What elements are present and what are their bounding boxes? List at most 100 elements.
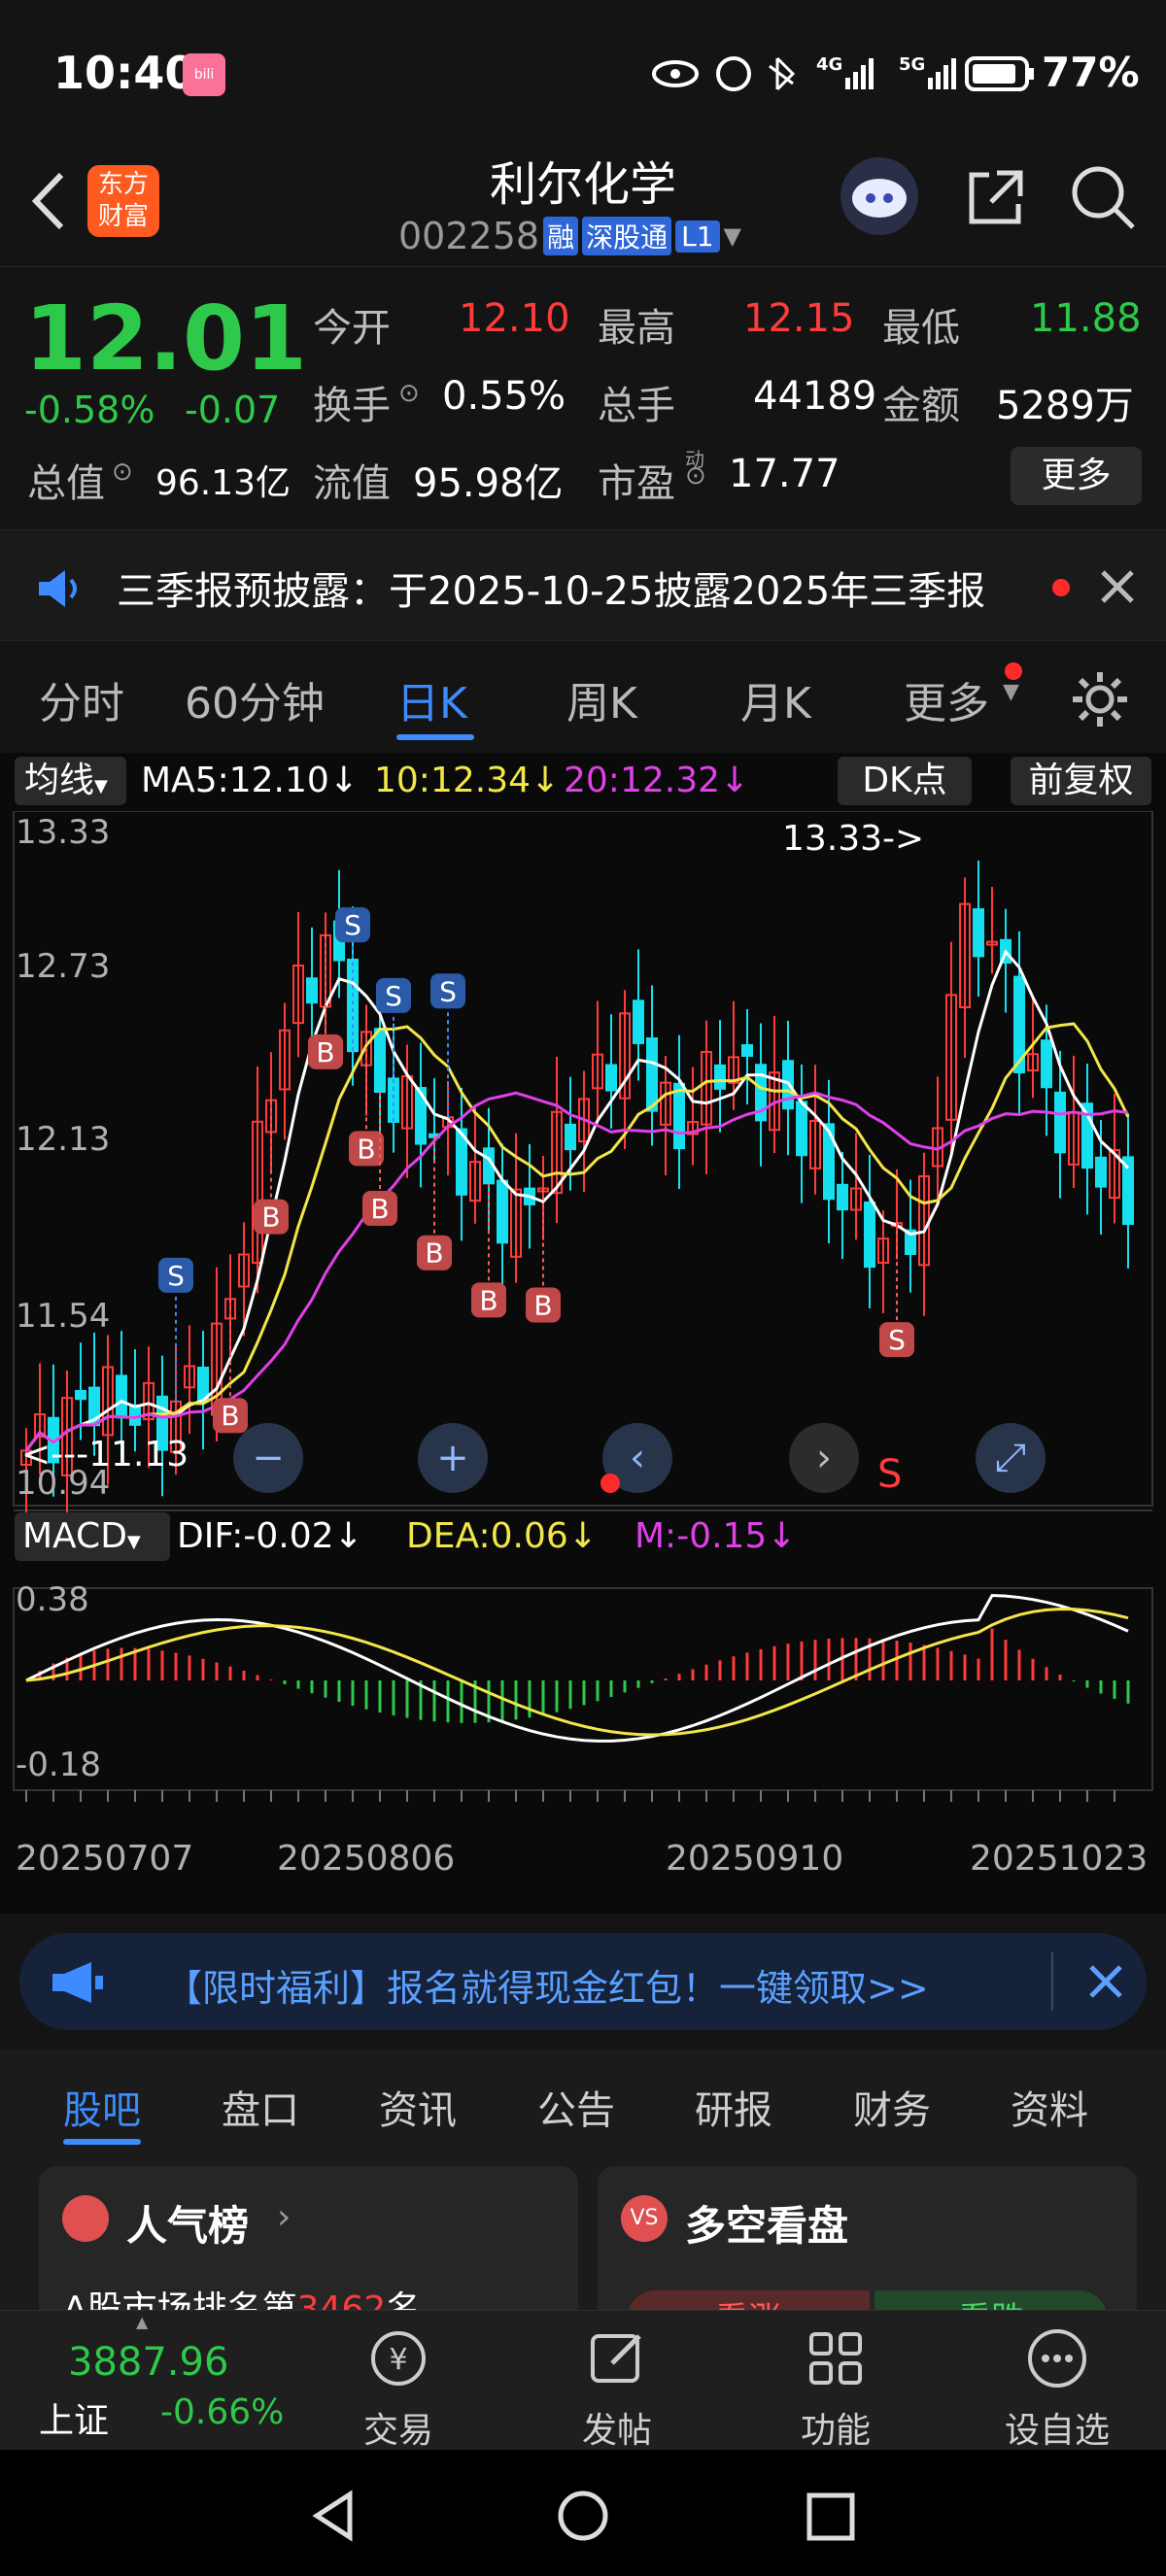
- close-icon[interactable]: [1086, 1962, 1125, 2001]
- post-button[interactable]: 发帖: [549, 2324, 685, 2453]
- candle-body: [796, 1101, 807, 1157]
- robot-assistant-icon[interactable]: [840, 157, 918, 235]
- nav-recents-icon[interactable]: [805, 2491, 857, 2543]
- volume-value: 44189: [753, 374, 877, 419]
- notice-text: 三季报预披露：于2025-10-25披露2025年三季报: [117, 569, 986, 614]
- buy-signal-text: B: [261, 1202, 280, 1234]
- nav-home-icon[interactable]: [556, 2489, 610, 2543]
- tab-pankou[interactable]: 盘口: [222, 2079, 299, 2135]
- chevron-down-icon[interactable]: ▼: [724, 222, 741, 250]
- candle-body: [374, 1028, 386, 1094]
- tab-finance[interactable]: 财务: [853, 2079, 931, 2135]
- index-value: 3887.96: [68, 2340, 229, 2385]
- close-icon[interactable]: [1098, 567, 1137, 606]
- candle-body: [605, 1064, 617, 1092]
- ma10-text: 10:12.34: [374, 761, 531, 800]
- function-button[interactable]: 功能: [768, 2324, 904, 2453]
- sell-signal-text: S: [439, 975, 457, 1007]
- date-label-1: 20250707: [16, 1839, 194, 1879]
- amount-value: 5289万: [996, 384, 1134, 428]
- candle-body: [388, 1077, 399, 1123]
- buy-signal-text: B: [221, 1400, 239, 1432]
- candle-body: [1041, 1039, 1052, 1089]
- tab-news[interactable]: 资讯: [379, 2079, 457, 2135]
- nav-back-icon[interactable]: [309, 2489, 358, 2543]
- dif-line: [25, 1593, 1129, 1743]
- info-tabs: 股吧 盘口 资讯 公告 研报 财务 资料: [0, 2050, 1166, 2156]
- macd-group: [25, 1593, 1130, 1802]
- sell-signal-text: S: [385, 980, 402, 1012]
- candle-body: [75, 1389, 86, 1401]
- y-tick-1: 13.33: [16, 813, 111, 852]
- vote-up-button[interactable]: 看涨: [627, 2290, 870, 2312]
- active-tab-indicator: [396, 734, 474, 740]
- level-tag: L1: [675, 220, 720, 253]
- scroll-right-button[interactable]: ›: [789, 1423, 859, 1493]
- rank-text: A股市场排名第3462名: [63, 2281, 421, 2312]
- tab-profile[interactable]: 资料: [1011, 2079, 1088, 2135]
- bull-bear-card[interactable]: VS 多空看盘 看涨 看跌: [598, 2166, 1137, 2312]
- kline-chart[interactable]: 均线▼ MA5:12.10↓ 10:12.34↓ 20:12.32↓ DK点 前…: [0, 753, 1166, 1914]
- ma5-line: [24, 949, 1130, 1452]
- info-icon[interactable]: ⊙: [112, 458, 133, 487]
- tab-intraday[interactable]: 分时: [39, 668, 124, 730]
- sell-signal-text: S: [877, 1452, 903, 1497]
- tab-monthly[interactable]: 月K: [740, 668, 811, 730]
- bottom-toolbar: ▲ 3887.96 上证 -0.66% ¥ 交易 发帖 功能 设自选: [0, 2310, 1166, 2453]
- mktcap-value: 96.13亿: [155, 463, 292, 503]
- arrow-down-icon: ↓: [720, 761, 750, 800]
- popularity-card[interactable]: 人气榜 › A股市场排名第3462名: [39, 2166, 578, 2312]
- y-tick-4: 11.54: [16, 1297, 111, 1336]
- zoom-in-button[interactable]: +: [418, 1423, 488, 1493]
- dea-line: [25, 1608, 1129, 1737]
- trade-button[interactable]: ¥ 交易: [330, 2324, 466, 2453]
- search-icon[interactable]: [1069, 163, 1137, 231]
- add-watchlist-button[interactable]: 设自选: [989, 2324, 1125, 2453]
- net1-label: 4G: [816, 54, 843, 75]
- date-label-2: 20250806: [277, 1839, 456, 1879]
- info-icon[interactable]: ⊙: [398, 379, 420, 408]
- arrow-down-icon: ↓: [531, 761, 561, 800]
- m-value: M:-0.15↓: [634, 1516, 797, 1556]
- info-icon[interactable]: ⊙: [685, 461, 706, 491]
- low-value: 11.88: [1030, 296, 1142, 341]
- arrow-down-icon: ↓: [328, 761, 359, 800]
- chevron-down-icon: ▼: [94, 776, 108, 797]
- tab-weekly[interactable]: 周K: [566, 668, 637, 730]
- tab-more[interactable]: 更多: [904, 668, 989, 730]
- float-value: 95.98亿: [413, 461, 564, 506]
- rank-prefix: A股市场排名第: [63, 2289, 297, 2312]
- dk-point-selector[interactable]: DK点: [838, 757, 972, 805]
- feature-cards: 人气榜 › A股市场排名第3462名 VS 多空看盘 看涨 看跌: [0, 2156, 1166, 2312]
- active-tab-indicator: [63, 2139, 141, 2145]
- zoom-out-button[interactable]: −: [233, 1423, 303, 1493]
- arrow-down-icon: ↓: [333, 1516, 363, 1556]
- max-price-label: 13.33->: [782, 819, 925, 859]
- index-widget[interactable]: ▲ 3887.96 上证 -0.66%: [0, 2311, 321, 2451]
- kline-svg[interactable]: BBBBBBB BSSS SS: [0, 811, 1166, 1909]
- promo-banner[interactable]: 【限时福利】报名就得现金红包！一键领取>>: [19, 1933, 1147, 2030]
- fullscreen-icon[interactable]: ⤢: [976, 1423, 1046, 1493]
- tab-announcements[interactable]: 公告: [537, 2079, 615, 2135]
- notice-bar[interactable]: 三季报预披露：于2025-10-25披露2025年三季报: [0, 529, 1166, 641]
- adjust-selector[interactable]: 前复权: [1011, 757, 1151, 805]
- vote-down-button[interactable]: 看跌: [874, 2290, 1108, 2312]
- grid-icon: [809, 2332, 862, 2385]
- dea-text: DEA:0.06: [406, 1516, 568, 1556]
- candles-group: [20, 860, 1134, 1526]
- tab-daily[interactable]: 日K: [396, 668, 467, 730]
- last-price: 12.01: [24, 287, 308, 390]
- date-label-4: 20251023: [970, 1839, 1149, 1879]
- ma-selector[interactable]: 均线▼: [15, 757, 126, 805]
- tab-guba[interactable]: 股吧: [63, 2079, 141, 2135]
- settings-gear-icon[interactable]: [1069, 668, 1131, 730]
- candle-body: [497, 1179, 508, 1244]
- macd-selector[interactable]: MACD▼: [15, 1512, 170, 1561]
- share-icon[interactable]: [962, 163, 1030, 231]
- more-button[interactable]: 更多: [1011, 447, 1142, 505]
- macd-tick-low: -0.18: [16, 1746, 101, 1784]
- ma10-value: 10:12.34↓: [374, 761, 560, 800]
- tab-60min[interactable]: 60分钟: [185, 668, 325, 730]
- tab-research[interactable]: 研报: [695, 2079, 772, 2135]
- candle-body: [741, 1044, 753, 1057]
